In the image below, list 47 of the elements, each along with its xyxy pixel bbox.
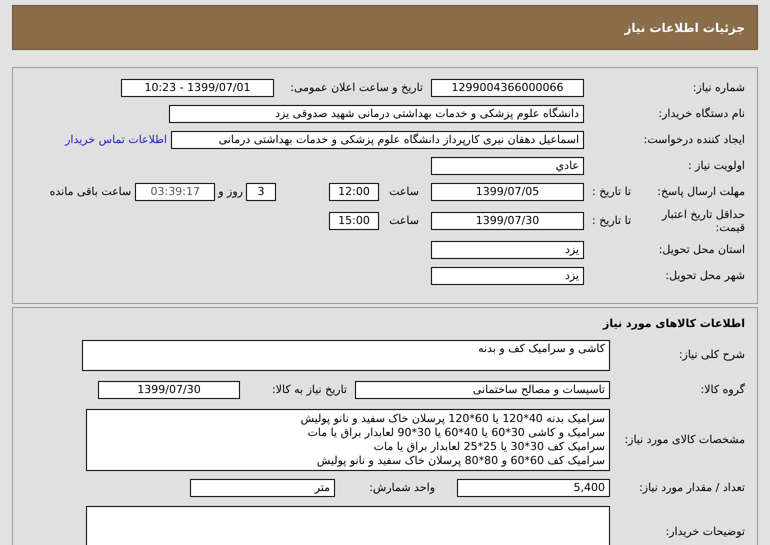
field-value: 1399/07/05 [431,183,584,201]
field-label: نام دستگاه خریدار: [658,106,745,120]
field-label: ساعت [389,184,419,198]
field-value: تاسیسات و مصالح ساختمانی [355,381,610,399]
spec-line: سرامیک کف 60*60 و 80*80 پرسلان خاک سفید و نانو پولیش [316,454,605,468]
spec-line: سرامیک کف 30*30 یا 25*25 لعابدار براق یا مات [372,440,605,454]
field-label: اولویت نیاز : [688,158,745,172]
page-title: جزئیات اطلاعات نیاز [624,20,745,36]
field-label: تا تاریخ : [592,184,631,200]
field-label: تا تاریخ : [592,212,631,229]
field-label: ساعت [389,214,419,227]
field-label: حداقل تاریخ اعتبار قیمت: [660,208,745,234]
field-value: 5,400 [457,479,610,497]
field-label: استان محل تحویل: [658,242,745,256]
field-label: شهر محل تحویل: [665,268,745,282]
spec-line: سرامیک و کاشی 30*60 یا 40*60 یا 30*90 لعابدار براق یا مات [306,426,605,440]
field-label: تعداد / مقدار مورد نیاز: [639,480,745,494]
field-value: 1399/07/30 [431,212,584,230]
field-label: تاریخ نیاز به کالا: [272,382,347,396]
field-value: دانشگاه علوم پزشکی و خدمات بهداشتی درمانی شهید صدوقی یزد [169,105,584,123]
field-label: ایجاد کننده درخواست: [644,132,745,146]
field-value: یزد [431,241,584,259]
field-value: کاشی و سرامیک کف و بدنه [82,340,610,371]
field-label: ساعت باقی مانده [50,184,132,200]
field-value: 3 [246,183,276,201]
field-value: 1299004366000066 [431,79,584,97]
field-value: 12:00 [329,183,379,201]
buyer-contact-link[interactable]: اطلاعات تماس خریدار [65,132,167,148]
field-label: مشخصات کالای مورد نیاز: [624,432,745,446]
field-label: توضیحات خریدار: [666,525,745,538]
field-value: 1399/07/01 - 10:23 [121,79,274,97]
field-value: متر [190,479,335,497]
spec-line: سرامیک بدنه 40*120 یا 60*120 پرسلان خاک سفید و نانو پولیش [300,412,605,426]
field-value: 1399/07/30 [98,381,240,399]
field-value: اسماعیل دهقان نیری کارپرداز دانشگاه علوم پزشکی و خدمات بهداشتی درمانی [171,131,584,149]
field-value: عادي [431,157,584,175]
field-value: 15:00 [329,212,379,230]
field-label: مهلت ارسال پاسخ: [657,184,745,200]
field-label: روز و [218,184,243,200]
field-label: تاریخ و ساعت اعلان عمومی: [290,80,423,94]
field-label: گروه کالا: [700,382,745,396]
remaining-time: 03:39:17 [135,183,216,201]
section-title: اطلاعات کالاهای مورد نیاز [603,317,745,330]
field-label: واحد شمارش: [369,480,435,494]
field-value: یزد [431,267,584,285]
field-label: شماره نیاز: [692,80,745,94]
field-label: شرح کلی نیاز: [678,348,745,362]
